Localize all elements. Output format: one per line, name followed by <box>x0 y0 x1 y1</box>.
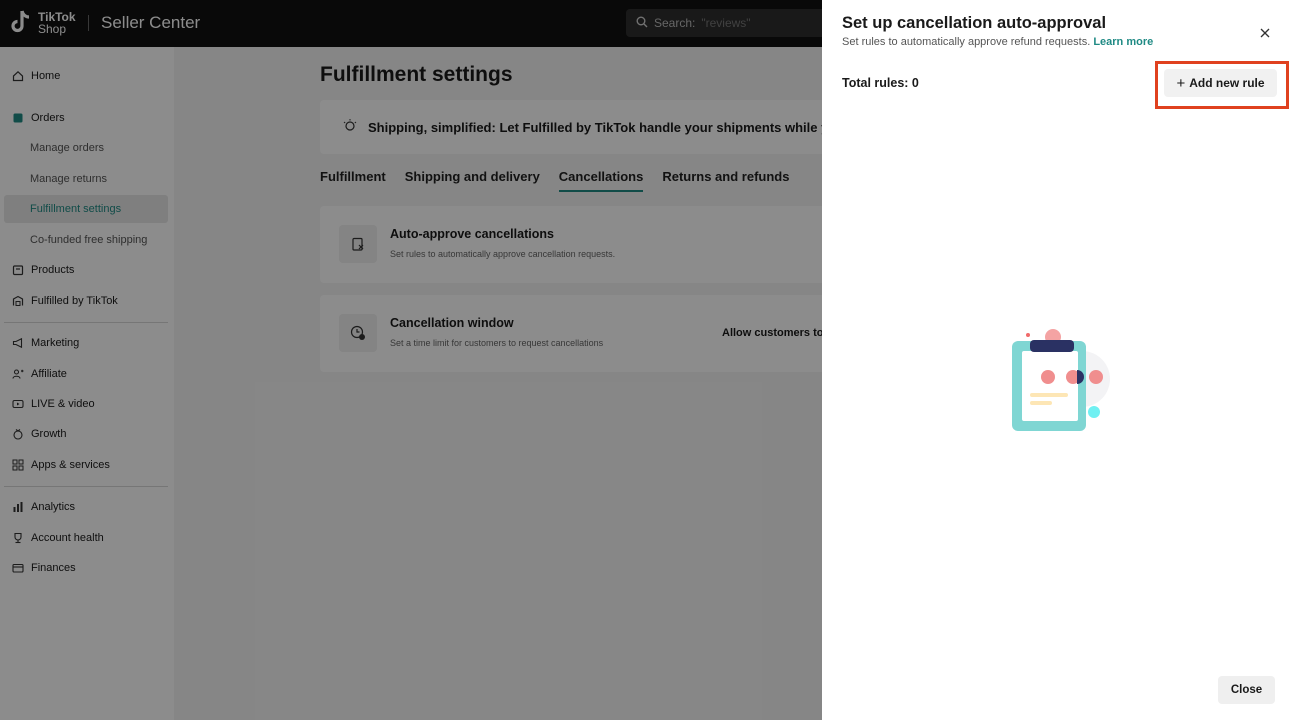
drawer-title: Set up cancellation auto-approval <box>842 14 1107 32</box>
empty-state-illustration <box>1008 327 1112 435</box>
close-button[interactable]: Close <box>1218 676 1275 704</box>
highlight-box <box>1155 61 1289 109</box>
modal-backdrop[interactable] <box>0 0 822 720</box>
drawer-subtitle-text: Set rules to automatically approve refun… <box>842 36 1091 48</box>
learn-more-link[interactable]: Learn more <box>1093 36 1153 48</box>
auto-approval-drawer: Set up cancellation auto-approval Set ru… <box>822 0 1296 720</box>
total-rules-count: Total rules: 0 <box>842 76 919 90</box>
drawer-subtitle: Set rules to automatically approve refun… <box>842 36 1153 48</box>
close-icon[interactable] <box>1258 26 1272 44</box>
